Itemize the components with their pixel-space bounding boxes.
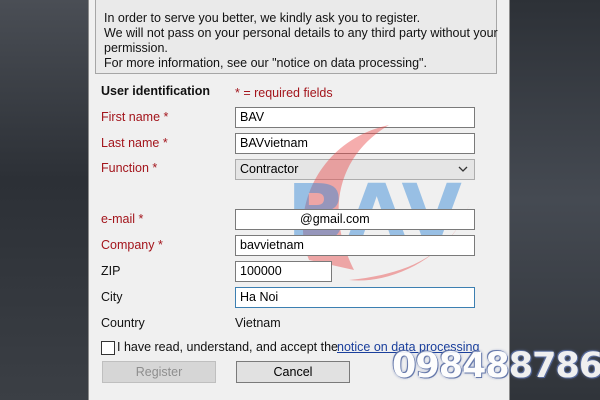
- info-line: We will not pass on your personal detail…: [104, 26, 498, 40]
- function-select[interactable]: Contractor: [235, 159, 475, 180]
- first-name-field[interactable]: BAV: [235, 107, 475, 128]
- registration-dialog: In order to serve you better, we kindly …: [88, 0, 510, 400]
- cancel-button[interactable]: Cancel: [236, 361, 350, 383]
- city-label: City: [101, 290, 123, 304]
- last-name-field[interactable]: BAVvietnam: [235, 133, 475, 154]
- function-select-value: Contractor: [240, 162, 299, 176]
- consent-checkbox[interactable]: [101, 341, 115, 355]
- first-name-label: First name *: [101, 110, 169, 124]
- last-name-label: Last name *: [101, 136, 168, 150]
- city-field[interactable]: Ha Noi: [235, 287, 475, 308]
- section-title: User identification: [101, 84, 211, 98]
- function-label: Function *: [101, 161, 158, 175]
- info-box: In order to serve you better, we kindly …: [95, 0, 498, 74]
- register-button[interactable]: Register: [102, 361, 216, 383]
- background-left: [0, 0, 88, 400]
- country-value: Vietnam: [235, 316, 281, 330]
- info-line: For more information, see our "notice on…: [104, 56, 427, 70]
- consent-label: I have read, understand, and accept the: [117, 340, 338, 354]
- info-line: permission.: [104, 41, 168, 55]
- required-fields-note: * = required fields: [235, 86, 333, 100]
- zip-field[interactable]: 100000: [235, 261, 332, 282]
- zip-label: ZIP: [101, 264, 121, 278]
- phone-number-watermark: 0984887869: [392, 346, 600, 386]
- chevron-down-icon: [458, 166, 468, 172]
- email-label: e-mail *: [101, 212, 144, 226]
- company-field[interactable]: bavvietnam: [235, 235, 475, 256]
- country-label: Country: [101, 316, 145, 330]
- email-field[interactable]: @gmail.com: [235, 209, 475, 230]
- company-label: Company *: [101, 238, 163, 252]
- background-right: [508, 0, 600, 400]
- info-line: In order to serve you better, we kindly …: [104, 11, 421, 25]
